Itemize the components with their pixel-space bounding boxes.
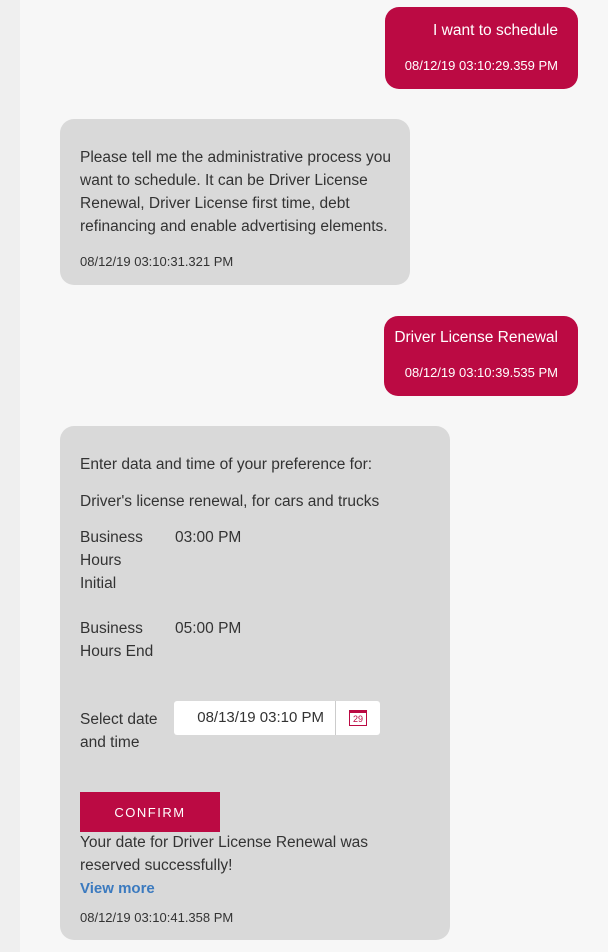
hours-initial-value: 03:00 PM (175, 529, 242, 546)
message-text: Please tell me the administrative proces… (80, 149, 392, 235)
service-name: Driver's license renewal, for cars and t… (80, 493, 380, 510)
user-message: Driver License Renewal 08/12/19 03:10:39… (384, 316, 578, 396)
form-intro: Enter data and time of your preference f… (80, 456, 373, 473)
calendar-icon[interactable]: 29 (349, 710, 367, 726)
message-timestamp: 08/12/19 03:10:31.321 PM (80, 254, 234, 269)
message-timestamp: 08/12/19 03:10:29.359 PM (404, 58, 558, 73)
schedule-form-message: Enter data and time of your preference f… (60, 426, 450, 940)
hours-end-label: Business Hours End (80, 620, 154, 660)
hours-end-value: 05:00 PM (175, 620, 242, 637)
datetime-value[interactable]: 08/13/19 03:10 PM (197, 709, 324, 726)
datetime-input[interactable]: 08/13/19 03:10 PM 29 (174, 701, 380, 735)
select-datetime-label: Select date and time (80, 711, 158, 751)
message-text: Driver License Renewal (394, 329, 558, 346)
message-timestamp: 08/12/19 03:10:39.535 PM (404, 365, 558, 380)
hours-initial-label: Business Hours Initial (80, 529, 143, 592)
calendar-button[interactable]: 29 (335, 701, 380, 735)
user-message: I want to schedule 08/12/19 03:10:29.359… (385, 7, 578, 89)
bot-message: Please tell me the administrative proces… (60, 119, 410, 285)
reservation-result: Your date for Driver License Renewal was… (80, 834, 369, 874)
chat-panel: I want to schedule 08/12/19 03:10:29.359… (20, 0, 608, 952)
confirm-button[interactable]: CONFIRM (80, 792, 220, 832)
view-more-link[interactable]: View more (80, 880, 155, 897)
message-timestamp: 08/12/19 03:10:41.358 PM (80, 910, 234, 925)
message-text: I want to schedule (433, 22, 558, 39)
